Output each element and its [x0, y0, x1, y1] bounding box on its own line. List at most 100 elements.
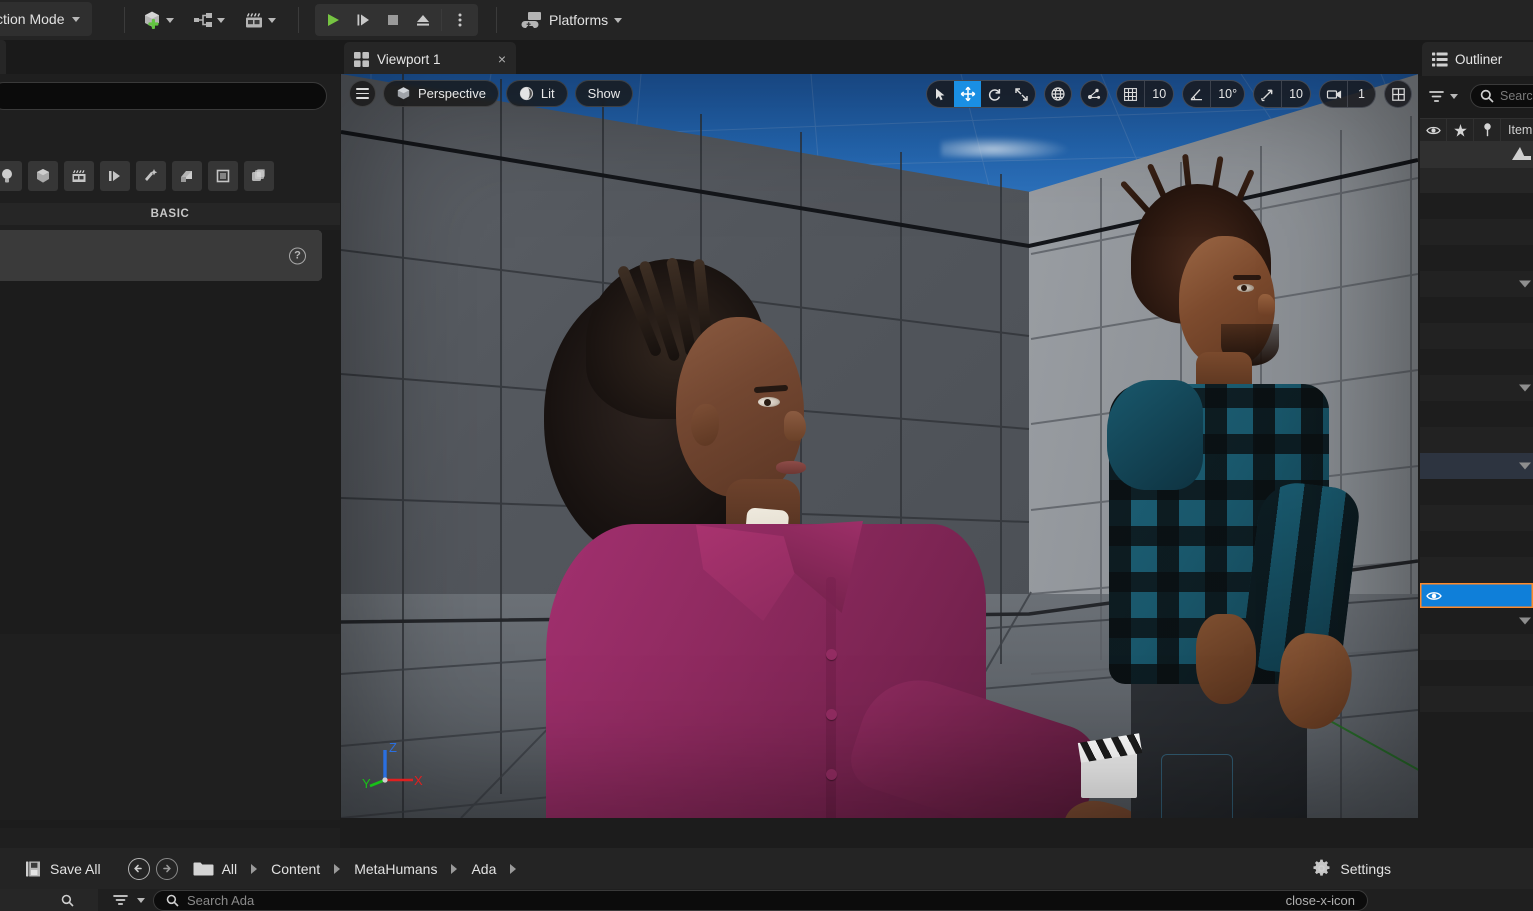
row-10[interactable] [1420, 375, 1533, 401]
chevron-down-icon[interactable] [1519, 281, 1531, 288]
row-12[interactable] [1420, 427, 1533, 453]
camera-speed-value[interactable]: 1 [1347, 80, 1375, 108]
pin-column-header[interactable] [1474, 118, 1501, 142]
scale-snap-value[interactable]: 10 [1281, 80, 1310, 108]
male-metahuman[interactable] [1101, 184, 1371, 818]
folder-button[interactable] [187, 856, 220, 881]
platforms-dropdown[interactable]: Platforms [513, 4, 630, 36]
row-2[interactable] [1420, 168, 1533, 193]
blueprints-button[interactable] [186, 4, 231, 36]
breadcrumb-content[interactable]: Content [269, 857, 322, 881]
show-menu-button[interactable]: Show [575, 80, 634, 107]
chevron-down-icon[interactable] [1519, 385, 1531, 392]
filter-funnel-icon[interactable] [1428, 89, 1445, 104]
eye-icon[interactable] [1420, 590, 1447, 602]
camera-mode-dropdown[interactable]: Perspective [383, 80, 499, 107]
play-button[interactable] [319, 7, 347, 33]
cube-icon[interactable] [28, 161, 58, 191]
cinematics-button[interactable] [237, 4, 282, 36]
geometry-icon[interactable] [172, 161, 202, 191]
chevron-down-icon[interactable] [1519, 618, 1531, 625]
coordinate-system-button[interactable] [1044, 80, 1072, 108]
row-8[interactable] [1420, 323, 1533, 349]
rotate-tool[interactable] [981, 80, 1008, 108]
row-17[interactable] [1420, 557, 1533, 583]
angle-snap-group: 10° [1182, 80, 1245, 108]
grid-snap-icon[interactable] [1117, 80, 1144, 108]
grid-snap-value[interactable]: 10 [1144, 80, 1173, 108]
close-x-icon[interactable]: close-x-icon [1286, 893, 1355, 908]
outliner-search-input[interactable]: Search... [1470, 84, 1533, 108]
forward-button[interactable] [153, 854, 181, 884]
chevron-down-icon[interactable] [137, 898, 145, 903]
selection-mode-dropdown[interactable]: Selection Mode [0, 2, 92, 36]
row-5[interactable] [1420, 245, 1533, 271]
favorite-column-header[interactable] [1447, 118, 1474, 142]
viewport-layout-button[interactable] [1384, 80, 1412, 108]
camera-icon[interactable] [1320, 80, 1347, 108]
female-metahuman[interactable] [526, 229, 1046, 818]
close-icon[interactable]: × [498, 52, 506, 66]
asset-search-input[interactable]: Search Ada close-x-icon [153, 890, 1368, 911]
level-viewport[interactable]: Perspective Lit Show [341, 74, 1418, 818]
play-options-button[interactable] [446, 7, 474, 33]
add-actor-button[interactable] [135, 4, 180, 36]
place-actors-tab[interactable] [0, 40, 6, 74]
scale-tool[interactable] [1008, 80, 1035, 108]
place-actors-search-input[interactable] [0, 82, 327, 110]
skip-frame-button[interactable] [349, 7, 377, 33]
row-20[interactable] [1420, 634, 1533, 660]
select-tool[interactable] [927, 80, 954, 108]
settings-button[interactable]: Settings [1298, 848, 1405, 889]
visual-effects-icon[interactable] [100, 161, 130, 191]
angle-snap-value[interactable]: 10° [1210, 80, 1244, 108]
surface-snap-icon[interactable] [1081, 80, 1107, 108]
eject-button[interactable] [409, 7, 437, 33]
all-classes-icon[interactable] [244, 161, 274, 191]
viewport-grid-icon[interactable] [1385, 80, 1411, 108]
angle-snap-icon[interactable] [1183, 80, 1210, 108]
row-16[interactable] [1420, 531, 1533, 557]
row-7[interactable] [1420, 297, 1533, 323]
item-column-header[interactable]: Item [1501, 123, 1532, 137]
stop-button[interactable] [379, 7, 407, 33]
help-icon[interactable]: ? [289, 247, 306, 264]
tab-outliner[interactable]: Outliner [1422, 42, 1533, 76]
visibility-column-header[interactable] [1420, 118, 1447, 142]
row-9[interactable] [1420, 349, 1533, 375]
chevron-down-icon[interactable] [1519, 463, 1531, 470]
volume-icon[interactable] [208, 161, 238, 191]
view-mode-dropdown[interactable]: Lit [506, 80, 568, 107]
save-all-button[interactable]: Save All [12, 854, 113, 884]
translate-tool[interactable] [954, 80, 981, 108]
breadcrumb-metahumans[interactable]: MetaHumans [352, 857, 439, 881]
row-22[interactable] [1420, 686, 1533, 712]
row-3[interactable] [1420, 193, 1533, 219]
surface-snap-button[interactable] [1080, 80, 1108, 108]
level-sequence-actor-icon[interactable] [1081, 734, 1147, 798]
world-row[interactable] [1420, 142, 1533, 168]
row-11[interactable] [1420, 401, 1533, 427]
row-18-selected[interactable] [1420, 583, 1533, 608]
row-21[interactable] [1420, 660, 1533, 686]
hamburger-menu-icon[interactable] [349, 80, 376, 107]
breadcrumb-ada[interactable]: Ada [469, 857, 498, 881]
row-14[interactable] [1420, 479, 1533, 505]
breadcrumb-all[interactable]: All [220, 857, 240, 881]
chevron-down-icon[interactable] [1450, 94, 1458, 99]
wand-sparkle-icon[interactable] [136, 161, 166, 191]
lightbulb-icon[interactable] [0, 161, 22, 191]
row-13[interactable] [1420, 453, 1533, 479]
scale-snap-icon[interactable] [1254, 80, 1281, 108]
row-15[interactable] [1420, 505, 1533, 531]
row-4[interactable] [1420, 219, 1533, 245]
filter-funnel-icon[interactable] [112, 893, 129, 907]
globe-world-icon[interactable] [1045, 80, 1071, 108]
sources-panel-search[interactable] [0, 889, 98, 911]
row-6[interactable] [1420, 271, 1533, 297]
back-button[interactable] [125, 854, 153, 884]
row-19[interactable] [1420, 608, 1533, 634]
list-item[interactable]: e ? [0, 230, 322, 281]
clapperboard-icon[interactable] [64, 161, 94, 191]
tab-viewport-1[interactable]: Viewport 1 × [344, 42, 516, 76]
